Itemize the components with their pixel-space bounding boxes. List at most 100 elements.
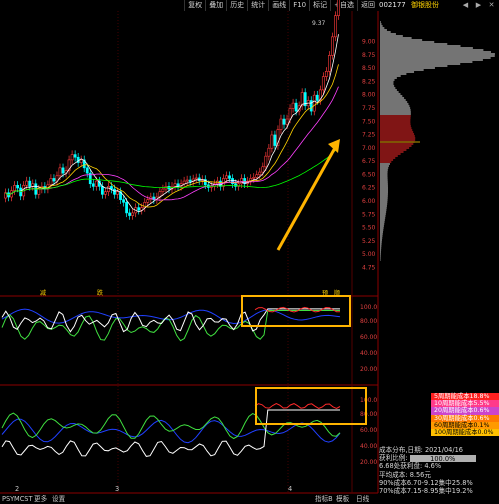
candle-body [291,102,295,109]
candle-body [331,36,334,56]
candle-body [270,134,274,149]
pane-tick: 60.00 [360,334,377,341]
candle-body [285,118,289,125]
pane-tick: 40.00 [360,443,377,450]
candle-body [225,175,228,179]
x-tick: 4 [288,485,293,493]
ma-line-60 [5,146,339,196]
x-tick: 3 [115,485,120,493]
legend-item-5: 100周期能成本0.0% [431,429,499,437]
price-tick: 6.75 [362,158,376,165]
price-tick: 6.00 [362,198,376,205]
legend-item-3: 30周期能成本0.6% [431,414,499,422]
candle-body [28,180,32,187]
legend-item-4: 60周期能成本0.1% [431,421,499,430]
candle-body [91,183,95,187]
candle-body [188,179,192,182]
candle-body [137,207,141,211]
candle-body [321,76,325,91]
candle-body [261,166,265,173]
pane-top-label: 100.0 [360,304,377,311]
candle-body [52,178,56,182]
price-tick: 5.75 [362,211,376,218]
ind2-green [1,412,341,440]
candle-body [264,155,268,168]
info-profit-at: 6.68处获利盘: 4.6% [379,462,442,471]
legend-item-2: 20周期能成本0.6% [431,407,499,415]
chip-distribution [380,21,495,261]
candle-body [107,186,110,192]
price-tick: 7.25 [362,132,376,139]
candle-body [185,179,189,182]
candle-body [70,154,74,161]
candle-body [131,212,135,216]
candle-body [252,177,256,179]
candle-body [85,167,89,174]
candle-body [73,154,77,158]
candle-body [113,188,116,195]
pane-tick: 80.00 [360,318,377,325]
candle-body [16,185,20,189]
candle-body [288,108,292,120]
candle-body [110,186,113,190]
candle-body [228,175,231,179]
candle-body [104,191,107,195]
candle-body [324,71,328,77]
info-date: 成本分布,日期: 2021/04/16 [379,446,463,454]
bottom-right-2[interactable]: 日线 [356,495,369,504]
price-tick: 6.50 [362,171,376,178]
candle-body [334,15,337,38]
candle-body [116,191,119,195]
peak-label: 9.37 [312,20,326,27]
price-tick: 8.00 [362,92,376,99]
bottom-tab-1[interactable]: MCST [14,495,33,504]
candles [4,0,340,220]
bottom-right-0[interactable]: 指标B [315,495,333,504]
pane-tick: 80.00 [360,411,377,418]
bottom-tab-2[interactable]: 更多 [34,495,47,504]
price-tick: 8.50 [362,65,376,72]
candle-body [258,171,262,176]
price-tick: 7.50 [362,118,376,125]
info-70: 70%成本7.15-8.95集中19.2% [379,487,473,496]
profit-bar: 100.0% [409,454,476,463]
candle-body [282,118,286,125]
candle-body [279,118,283,130]
bottom-right-1[interactable]: 模板 [336,495,349,504]
candle-body [94,180,98,187]
candle-body [161,188,165,192]
candle-body [37,188,41,195]
price-tick: 7.00 [362,145,376,152]
candle-body [146,199,150,203]
candle-body [294,102,298,112]
signal-label: 减 [40,289,46,297]
price-tick: 8.25 [362,78,376,85]
info-avg: 平均成本: 8.56元 [379,470,431,479]
info-90: 90%成本6.70-9.12集中25.8% [379,478,473,487]
bottom-tab-3[interactable]: 设置 [52,495,65,504]
candle-body [13,185,16,191]
price-tick: 8.75 [362,52,376,59]
signal-label: 跌 [97,289,103,297]
price-tick: 7.75 [362,105,376,112]
pane-top-label: 100.0 [360,397,377,404]
price-tick: 9.00 [362,39,376,46]
candle-body [267,147,271,157]
price-tick: 5.25 [362,238,376,245]
candle-body [182,180,186,185]
candle-body [173,183,177,187]
candle-body [25,180,29,186]
price-tick: 5.00 [362,251,376,258]
bottom-tab-0[interactable]: PSY [2,495,14,504]
candle-body [273,134,277,146]
candle-body [128,212,132,216]
signal-label: 顺 [334,290,340,297]
pane-tick: 20.00 [360,366,377,373]
pane-tick: 40.00 [360,350,377,357]
candle-body [58,167,62,177]
candle-body [328,55,331,72]
kline-chart[interactable]: 9.00 8.75 8.50 8.25 8.00 7.75 7.50 7.25 7.00 6.75… [0,0,499,504]
candle-body [194,177,198,180]
candle-body [79,159,83,163]
candle-body [315,94,319,101]
